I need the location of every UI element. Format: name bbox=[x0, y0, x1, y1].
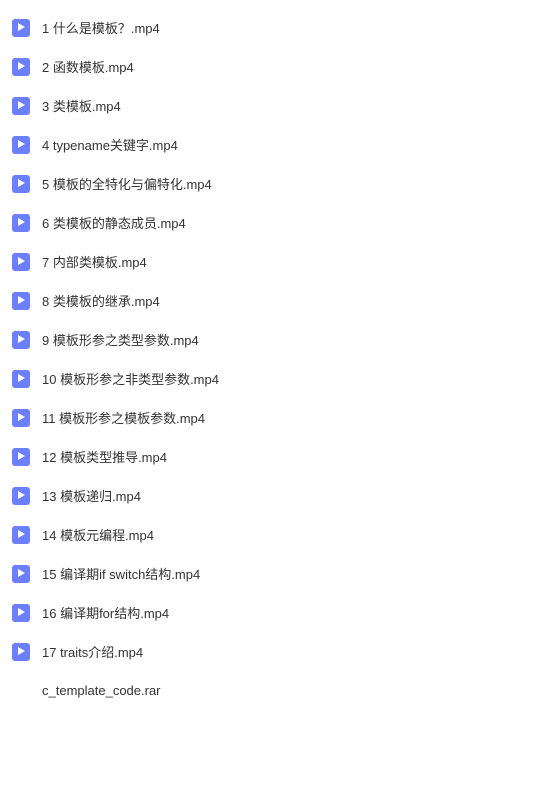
file-name-label: 7 内部类模板.mp4 bbox=[42, 252, 147, 271]
video-file-icon bbox=[12, 175, 30, 193]
video-file-icon bbox=[12, 214, 30, 232]
file-item[interactable]: 10 模板形参之非类型参数.mp4 bbox=[0, 359, 535, 398]
file-name-label: 16 编译期for结构.mp4 bbox=[42, 603, 169, 622]
file-name-label: 15 编译期if switch结构.mp4 bbox=[42, 564, 200, 583]
file-item[interactable]: 1 什么是模板？.mp4 bbox=[0, 8, 535, 47]
video-file-icon bbox=[12, 643, 30, 661]
video-file-icon bbox=[12, 604, 30, 622]
file-name-label: 1 什么是模板？.mp4 bbox=[42, 18, 160, 37]
file-name-label: 11 模板形参之模板参数.mp4 bbox=[42, 408, 205, 427]
archive-file-icon bbox=[12, 681, 30, 699]
video-file-icon bbox=[12, 331, 30, 349]
file-item[interactable]: 14 模板元编程.mp4 bbox=[0, 515, 535, 554]
video-file-icon bbox=[12, 370, 30, 388]
file-name-label: 10 模板形参之非类型参数.mp4 bbox=[42, 369, 219, 388]
file-name-label: 13 模板递归.mp4 bbox=[42, 486, 141, 505]
file-item[interactable]: 13 模板递归.mp4 bbox=[0, 476, 535, 515]
file-list: 1 什么是模板？.mp4 2 函数模板.mp4 3 类模板.mp4 4 typenam… bbox=[0, 8, 535, 709]
file-name-label: 6 类模板的静态成员.mp4 bbox=[42, 213, 186, 232]
video-file-icon bbox=[12, 136, 30, 154]
file-item[interactable]: 7 内部类模板.mp4 bbox=[0, 242, 535, 281]
file-item[interactable]: 9 模板形参之类型参数.mp4 bbox=[0, 320, 535, 359]
file-item[interactable]: 15 编译期if switch结构.mp4 bbox=[0, 554, 535, 593]
video-file-icon bbox=[12, 526, 30, 544]
file-item[interactable]: 4 typename关键字.mp4 bbox=[0, 125, 535, 164]
video-file-icon bbox=[12, 487, 30, 505]
video-file-icon bbox=[12, 253, 30, 271]
file-item[interactable]: c_template_code.rar bbox=[0, 671, 535, 709]
file-item[interactable]: 6 类模板的静态成员.mp4 bbox=[0, 203, 535, 242]
file-name-label: 17 traits介绍.mp4 bbox=[42, 642, 143, 661]
file-name-label: 2 函数模板.mp4 bbox=[42, 57, 134, 76]
file-item[interactable]: 17 traits介绍.mp4 bbox=[0, 632, 535, 671]
file-name-label: 8 类模板的继承.mp4 bbox=[42, 291, 160, 310]
video-file-icon bbox=[12, 292, 30, 310]
file-name-label: 14 模板元编程.mp4 bbox=[42, 525, 154, 544]
file-item[interactable]: 5 模板的全特化与偏特化.mp4 bbox=[0, 164, 535, 203]
file-name-label: 4 typename关键字.mp4 bbox=[42, 135, 178, 154]
video-file-icon bbox=[12, 58, 30, 76]
file-item[interactable]: 12 模板类型推导.mp4 bbox=[0, 437, 535, 476]
video-file-icon bbox=[12, 97, 30, 115]
file-item[interactable]: 16 编译期for结构.mp4 bbox=[0, 593, 535, 632]
file-name-label: 12 模板类型推导.mp4 bbox=[42, 447, 167, 466]
video-file-icon bbox=[12, 19, 30, 37]
video-file-icon bbox=[12, 409, 30, 427]
file-name-label: 3 类模板.mp4 bbox=[42, 96, 121, 115]
file-item[interactable]: 2 函数模板.mp4 bbox=[0, 47, 535, 86]
file-name-label: 5 模板的全特化与偏特化.mp4 bbox=[42, 174, 212, 193]
video-file-icon bbox=[12, 448, 30, 466]
file-item[interactable]: 3 类模板.mp4 bbox=[0, 86, 535, 125]
file-item[interactable]: 11 模板形参之模板参数.mp4 bbox=[0, 398, 535, 437]
file-item[interactable]: 8 类模板的继承.mp4 bbox=[0, 281, 535, 320]
file-name-label: 9 模板形参之类型参数.mp4 bbox=[42, 330, 199, 349]
file-name-label: c_template_code.rar bbox=[42, 683, 161, 698]
video-file-icon bbox=[12, 565, 30, 583]
